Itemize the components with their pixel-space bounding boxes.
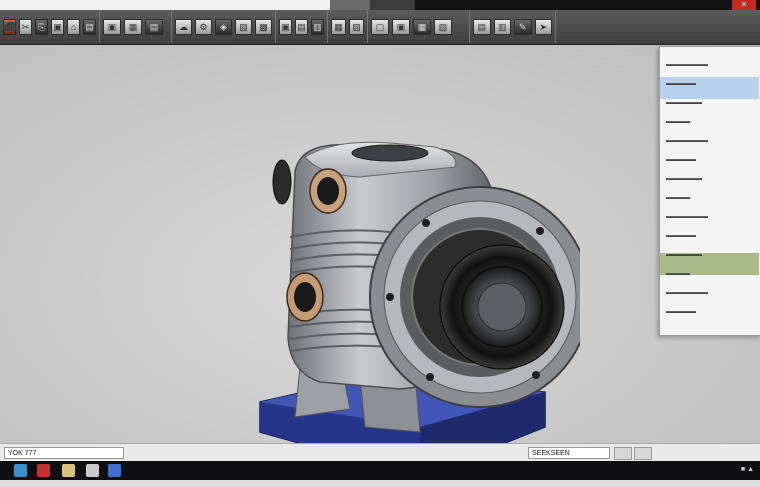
ribbon-button-g1-3[interactable]: ▣: [51, 19, 65, 35]
ribbon-button-g1-1[interactable]: ✂: [19, 19, 33, 35]
ribbon-button-g3-4[interactable]: ▩: [255, 19, 272, 35]
tree-item[interactable]: ▬▬▬▬▬▬: [666, 175, 755, 184]
ribbon-button-g6-0[interactable]: ▢: [371, 19, 389, 35]
tree-item[interactable]: ▬▬▬▬▬: [666, 308, 755, 317]
ribbon-button-g6-2[interactable]: ▦: [413, 19, 431, 35]
tree-item[interactable]: ▬▬▬▬▬▬: [666, 251, 755, 260]
ribbon-group-g1: ⬛ ✂ ⎘ ▣ ⌂ ▤: [0, 11, 100, 43]
ribbon-button-g5-0[interactable]: ▦: [331, 19, 346, 35]
tree-item[interactable]: ▬▬▬▬: [666, 270, 755, 279]
ribbon-button-g4-0[interactable]: ▣: [279, 19, 292, 35]
title-bar-tab-active[interactable]: [370, 0, 415, 10]
taskbar-browser-icon[interactable]: [14, 464, 27, 477]
pump-model-3d[interactable]: [240, 127, 580, 487]
ribbon-group-g4: ▣ ▤ ▥: [276, 11, 328, 43]
outlet-seal-ring: [439, 244, 565, 370]
tree-item[interactable]: ▬▬▬▬▬▬▬: [666, 137, 755, 146]
ribbon-toolbar: ⬛ ✂ ⎘ ▣ ⌂ ▤ ▣ ▦ ▤ ☁ ⚙ ◈ ▧ ▩ ▣ ▤ ▥ ▦ ▧ ▢ ▣ ▦ ▧ ▤ ▥ ✎ ➤: [0, 10, 760, 45]
ribbon-group-g5: ▦ ▧: [328, 11, 368, 43]
status-readout: SEEKSEEN: [528, 447, 610, 459]
tree-item[interactable]: ▬▬▬▬▬▬▬: [666, 61, 755, 70]
ribbon-button-g2-0[interactable]: ▣: [103, 19, 121, 35]
inlet-port-upper: [309, 168, 347, 214]
tree-item[interactable]: ▬▬▬▬▬▬▬: [666, 289, 755, 298]
ribbon-button-g6-1[interactable]: ▣: [392, 19, 410, 35]
ribbon-group-g3: ☁ ⚙ ◈ ▧ ▩: [172, 11, 276, 43]
ribbon-button-g7-0[interactable]: ▤: [473, 19, 491, 35]
ribbon-button-g3-3[interactable]: ▧: [235, 19, 252, 35]
ribbon-button-g1-2[interactable]: ⎘: [35, 19, 49, 35]
ribbon-button-g1-5[interactable]: ▤: [83, 19, 96, 35]
ribbon-button-g4-1[interactable]: ▤: [295, 19, 308, 35]
tree-item[interactable]: ▬▬▬▬▬: [666, 232, 755, 241]
taskbar-folder-icon[interactable]: [62, 464, 75, 477]
ribbon-button-g2-2[interactable]: ▤: [145, 19, 163, 35]
status-button-2[interactable]: [634, 447, 652, 460]
3d-viewport[interactable]: [0, 45, 760, 478]
system-tray[interactable]: ■ ▲: [741, 466, 754, 473]
taskbar-files-icon[interactable]: [86, 464, 99, 477]
os-taskbar: ■ ▲: [0, 461, 760, 480]
ribbon-button-g3-2[interactable]: ◈: [215, 19, 232, 35]
title-bar: ✕: [0, 0, 760, 10]
taskbar-edge-icon[interactable]: [108, 464, 121, 477]
ribbon-button-g7-2[interactable]: ✎: [514, 19, 532, 35]
title-bar-app-area: [0, 0, 330, 10]
feature-tree-panel[interactable]: ▬▬▬▬▬▬▬ ▬▬▬▬▬ ▬▬▬▬▬▬ ▬▬▬▬ ▬▬▬▬▬▬▬ ▬▬▬▬▬ ▬▬▬▬▬▬…: [659, 46, 760, 336]
ribbon-button-g2-1[interactable]: ▦: [124, 19, 142, 35]
ribbon-button-g1-0[interactable]: ⬛: [3, 19, 17, 35]
ribbon-button-g1-4[interactable]: ⌂: [67, 19, 81, 35]
status-bar: YOK 777 SEEKSEEN: [0, 443, 760, 462]
ribbon-group-g6: ▢ ▣ ▦ ▧: [368, 11, 470, 43]
ribbon-button-g7-1[interactable]: ▥: [493, 19, 511, 35]
ribbon-button-g7-3[interactable]: ➤: [534, 19, 552, 35]
close-button[interactable]: ✕: [732, 0, 756, 10]
taskbar-app-red-icon[interactable]: [37, 464, 50, 477]
tree-item[interactable]: ▬▬▬▬▬: [666, 156, 755, 165]
ribbon-button-g4-2[interactable]: ▥: [311, 19, 324, 35]
tree-item[interactable]: ▬▬▬▬▬▬▬: [666, 213, 755, 222]
tree-item[interactable]: ▬▬▬▬: [666, 118, 755, 127]
command-line[interactable]: YOK 777: [4, 447, 124, 459]
ribbon-group-g2: ▣ ▦ ▤: [100, 11, 172, 43]
ribbon-button-g6-3[interactable]: ▧: [434, 19, 452, 35]
ribbon-group-g7: ▤ ▥ ✎ ➤: [470, 11, 556, 43]
tree-item[interactable]: ▬▬▬▬: [666, 194, 755, 203]
status-button-1[interactable]: [614, 447, 632, 460]
tree-item[interactable]: ▬▬▬▬▬: [666, 80, 755, 89]
tree-item[interactable]: ▬▬▬▬▬▬: [666, 99, 755, 108]
ribbon-button-g3-1[interactable]: ⚙: [195, 19, 212, 35]
inlet-port-lower: [286, 272, 324, 322]
ribbon-button-g5-1[interactable]: ▧: [349, 19, 364, 35]
ribbon-button-g3-0[interactable]: ☁: [175, 19, 192, 35]
